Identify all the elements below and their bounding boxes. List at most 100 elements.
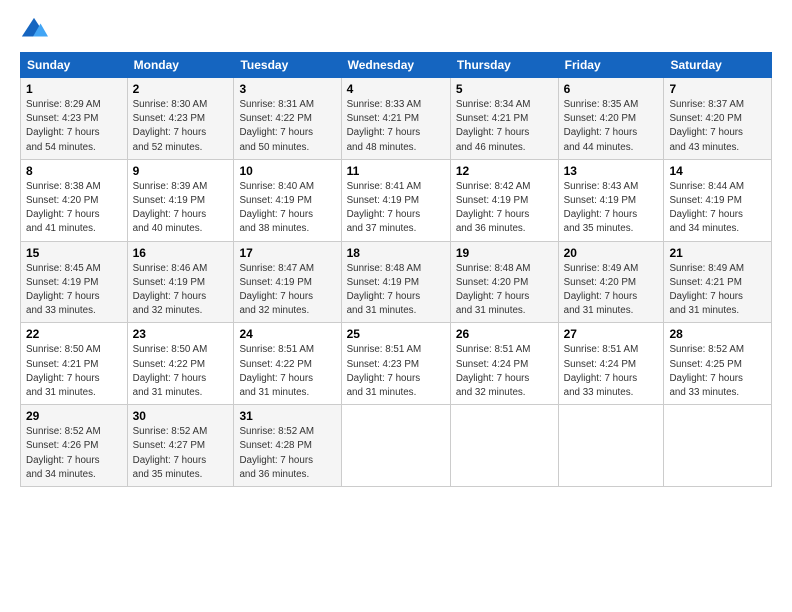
calendar-cell: 5 Sunrise: 8:34 AMSunset: 4:21 PMDaylight…: [450, 78, 558, 160]
calendar-cell: 17Sunrise: 8:47 AMSunset: 4:19 PMDayligh…: [234, 241, 341, 323]
day-number: 17: [239, 246, 335, 260]
day-info: Sunrise: 8:52 AMSunset: 4:25 PMDaylight:…: [669, 343, 766, 400]
logo: [20, 16, 52, 44]
calendar-cell: 4 Sunrise: 8:33 AMSunset: 4:21 PMDaylight…: [341, 78, 450, 160]
day-info: Sunrise: 8:30 AMSunset: 4:23 PMDaylight:…: [133, 98, 229, 155]
day-number: 21: [669, 246, 766, 260]
calendar-cell: 20Sunrise: 8:49 AMSunset: 4:20 PMDayligh…: [558, 241, 664, 323]
calendar-week-3: 15 Sunrise: 8:45 AMSunset: 4:19 PMDayligh…: [21, 241, 772, 323]
calendar-cell: 3 Sunrise: 8:31 AMSunset: 4:22 PMDaylight…: [234, 78, 341, 160]
day-number: 9: [133, 164, 229, 178]
day-number: 22: [26, 327, 122, 341]
day-number: 27: [564, 327, 659, 341]
calendar-cell: [664, 405, 772, 487]
calendar-table: SundayMondayTuesdayWednesdayThursdayFrid…: [20, 52, 772, 487]
calendar-cell: 10 Sunrise: 8:40 AMSunset: 4:19 PMDayligh…: [234, 159, 341, 241]
day-number: 30: [133, 409, 229, 423]
calendar-header-friday: Friday: [558, 53, 664, 78]
calendar-cell: 2 Sunrise: 8:30 AMSunset: 4:23 PMDaylight…: [127, 78, 234, 160]
day-info: Sunrise: 8:51 AMSunset: 4:22 PMDaylight:…: [239, 343, 335, 400]
day-info: Sunrise: 8:29 AMSunset: 4:23 PMDaylight:…: [26, 98, 122, 155]
day-info: Sunrise: 8:50 AMSunset: 4:21 PMDaylight:…: [26, 343, 122, 400]
page: SundayMondayTuesdayWednesdayThursdayFrid…: [0, 0, 792, 497]
day-info: Sunrise: 8:43 AMSunset: 4:19 PMDaylight:…: [564, 180, 659, 237]
day-info: Sunrise: 8:44 AMSunset: 4:19 PMDaylight:…: [669, 180, 766, 237]
calendar-cell: 29 Sunrise: 8:52 AMSunset: 4:26 PMDayligh…: [21, 405, 128, 487]
day-info: Sunrise: 8:51 AMSunset: 4:24 PMDaylight:…: [564, 343, 659, 400]
day-info: Sunrise: 8:34 AMSunset: 4:21 PMDaylight:…: [456, 98, 553, 155]
day-number: 28: [669, 327, 766, 341]
calendar-week-1: 1Sunrise: 8:29 AMSunset: 4:23 PMDaylight…: [21, 78, 772, 160]
day-number: 26: [456, 327, 553, 341]
calendar-header-thursday: Thursday: [450, 53, 558, 78]
calendar-cell: 11Sunrise: 8:41 AMSunset: 4:19 PMDayligh…: [341, 159, 450, 241]
day-number: 19: [456, 246, 553, 260]
day-info: Sunrise: 8:51 AMSunset: 4:24 PMDaylight:…: [456, 343, 553, 400]
day-info: Sunrise: 8:31 AMSunset: 4:22 PMDaylight:…: [239, 98, 335, 155]
logo-icon: [20, 16, 48, 44]
day-info: Sunrise: 8:49 AMSunset: 4:21 PMDaylight:…: [669, 262, 766, 319]
calendar-header-monday: Monday: [127, 53, 234, 78]
day-info: Sunrise: 8:51 AMSunset: 4:23 PMDaylight:…: [347, 343, 445, 400]
calendar-cell: 13Sunrise: 8:43 AMSunset: 4:19 PMDayligh…: [558, 159, 664, 241]
day-info: Sunrise: 8:52 AMSunset: 4:28 PMDaylight:…: [239, 425, 335, 482]
day-number: 15: [26, 246, 122, 260]
day-number: 7: [669, 82, 766, 96]
calendar-week-2: 8 Sunrise: 8:38 AMSunset: 4:20 PMDaylight…: [21, 159, 772, 241]
day-number: 4: [347, 82, 445, 96]
day-info: Sunrise: 8:52 AMSunset: 4:27 PMDaylight:…: [133, 425, 229, 482]
calendar-cell: 9 Sunrise: 8:39 AMSunset: 4:19 PMDaylight…: [127, 159, 234, 241]
day-number: 12: [456, 164, 553, 178]
day-number: 20: [564, 246, 659, 260]
day-number: 11: [347, 164, 445, 178]
calendar-header-tuesday: Tuesday: [234, 53, 341, 78]
calendar-week-5: 29 Sunrise: 8:52 AMSunset: 4:26 PMDayligh…: [21, 405, 772, 487]
day-number: 23: [133, 327, 229, 341]
calendar-cell: 1Sunrise: 8:29 AMSunset: 4:23 PMDaylight…: [21, 78, 128, 160]
calendar-cell: 30 Sunrise: 8:52 AMSunset: 4:27 PMDayligh…: [127, 405, 234, 487]
calendar-header-sunday: Sunday: [21, 53, 128, 78]
day-number: 24: [239, 327, 335, 341]
day-info: Sunrise: 8:42 AMSunset: 4:19 PMDaylight:…: [456, 180, 553, 237]
calendar-cell: 19 Sunrise: 8:48 AMSunset: 4:20 PMDayligh…: [450, 241, 558, 323]
day-info: Sunrise: 8:48 AMSunset: 4:19 PMDaylight:…: [347, 262, 445, 319]
day-info: Sunrise: 8:48 AMSunset: 4:20 PMDaylight:…: [456, 262, 553, 319]
day-info: Sunrise: 8:33 AMSunset: 4:21 PMDaylight:…: [347, 98, 445, 155]
day-info: Sunrise: 8:39 AMSunset: 4:19 PMDaylight:…: [133, 180, 229, 237]
calendar-cell: 22 Sunrise: 8:50 AMSunset: 4:21 PMDayligh…: [21, 323, 128, 405]
calendar-header-row: SundayMondayTuesdayWednesdayThursdayFrid…: [21, 53, 772, 78]
day-number: 25: [347, 327, 445, 341]
calendar-cell: 25 Sunrise: 8:51 AMSunset: 4:23 PMDayligh…: [341, 323, 450, 405]
day-number: 29: [26, 409, 122, 423]
calendar-cell: 31 Sunrise: 8:52 AMSunset: 4:28 PMDayligh…: [234, 405, 341, 487]
day-number: 5: [456, 82, 553, 96]
calendar-cell: 21 Sunrise: 8:49 AMSunset: 4:21 PMDayligh…: [664, 241, 772, 323]
day-info: Sunrise: 8:45 AMSunset: 4:19 PMDaylight:…: [26, 262, 122, 319]
day-info: Sunrise: 8:37 AMSunset: 4:20 PMDaylight:…: [669, 98, 766, 155]
calendar-cell: 16 Sunrise: 8:46 AMSunset: 4:19 PMDayligh…: [127, 241, 234, 323]
day-info: Sunrise: 8:46 AMSunset: 4:19 PMDaylight:…: [133, 262, 229, 319]
calendar-body: 1Sunrise: 8:29 AMSunset: 4:23 PMDaylight…: [21, 78, 772, 487]
calendar-cell: 23 Sunrise: 8:50 AMSunset: 4:22 PMDayligh…: [127, 323, 234, 405]
calendar-cell: 8 Sunrise: 8:38 AMSunset: 4:20 PMDaylight…: [21, 159, 128, 241]
day-number: 8: [26, 164, 122, 178]
day-info: Sunrise: 8:52 AMSunset: 4:26 PMDaylight:…: [26, 425, 122, 482]
day-number: 6: [564, 82, 659, 96]
day-number: 3: [239, 82, 335, 96]
calendar-cell: 15 Sunrise: 8:45 AMSunset: 4:19 PMDayligh…: [21, 241, 128, 323]
calendar-header-wednesday: Wednesday: [341, 53, 450, 78]
day-info: Sunrise: 8:50 AMSunset: 4:22 PMDaylight:…: [133, 343, 229, 400]
day-info: Sunrise: 8:35 AMSunset: 4:20 PMDaylight:…: [564, 98, 659, 155]
calendar-cell: 24 Sunrise: 8:51 AMSunset: 4:22 PMDayligh…: [234, 323, 341, 405]
calendar-cell: [341, 405, 450, 487]
day-number: 2: [133, 82, 229, 96]
calendar-cell: [450, 405, 558, 487]
day-info: Sunrise: 8:38 AMSunset: 4:20 PMDaylight:…: [26, 180, 122, 237]
day-info: Sunrise: 8:40 AMSunset: 4:19 PMDaylight:…: [239, 180, 335, 237]
header: [20, 16, 772, 44]
day-number: 10: [239, 164, 335, 178]
calendar-week-4: 22 Sunrise: 8:50 AMSunset: 4:21 PMDayligh…: [21, 323, 772, 405]
day-number: 16: [133, 246, 229, 260]
day-number: 31: [239, 409, 335, 423]
calendar-cell: 28 Sunrise: 8:52 AMSunset: 4:25 PMDayligh…: [664, 323, 772, 405]
